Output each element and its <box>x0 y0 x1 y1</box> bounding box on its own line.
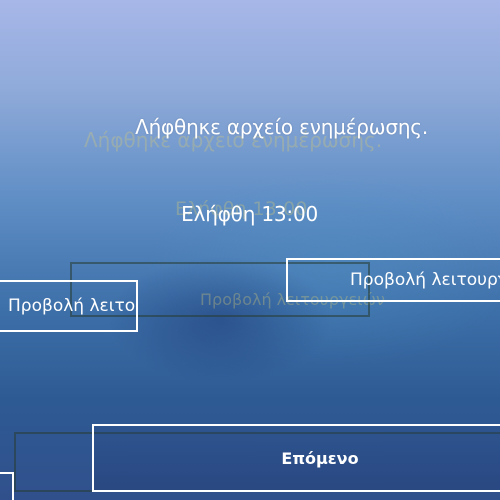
view-features-echo-frame: Προβολή λειτουργειών <box>0 280 138 332</box>
view-features-label: Προβολή λειτουργειών <box>350 270 500 290</box>
notification-time: Ελήφθη 13:00 <box>181 202 318 226</box>
corner-frame-edge <box>0 472 14 500</box>
notification-title: Λήφθηκε αρχείο ενημέρωσης. <box>135 115 428 139</box>
next-button[interactable]: Επόμενο <box>92 424 500 492</box>
next-label: Επόμενο <box>281 448 359 468</box>
view-features-button[interactable]: Προβολή λειτουργειών <box>286 258 500 302</box>
view-features-echo-label: Προβολή λειτουργειών <box>8 296 136 316</box>
